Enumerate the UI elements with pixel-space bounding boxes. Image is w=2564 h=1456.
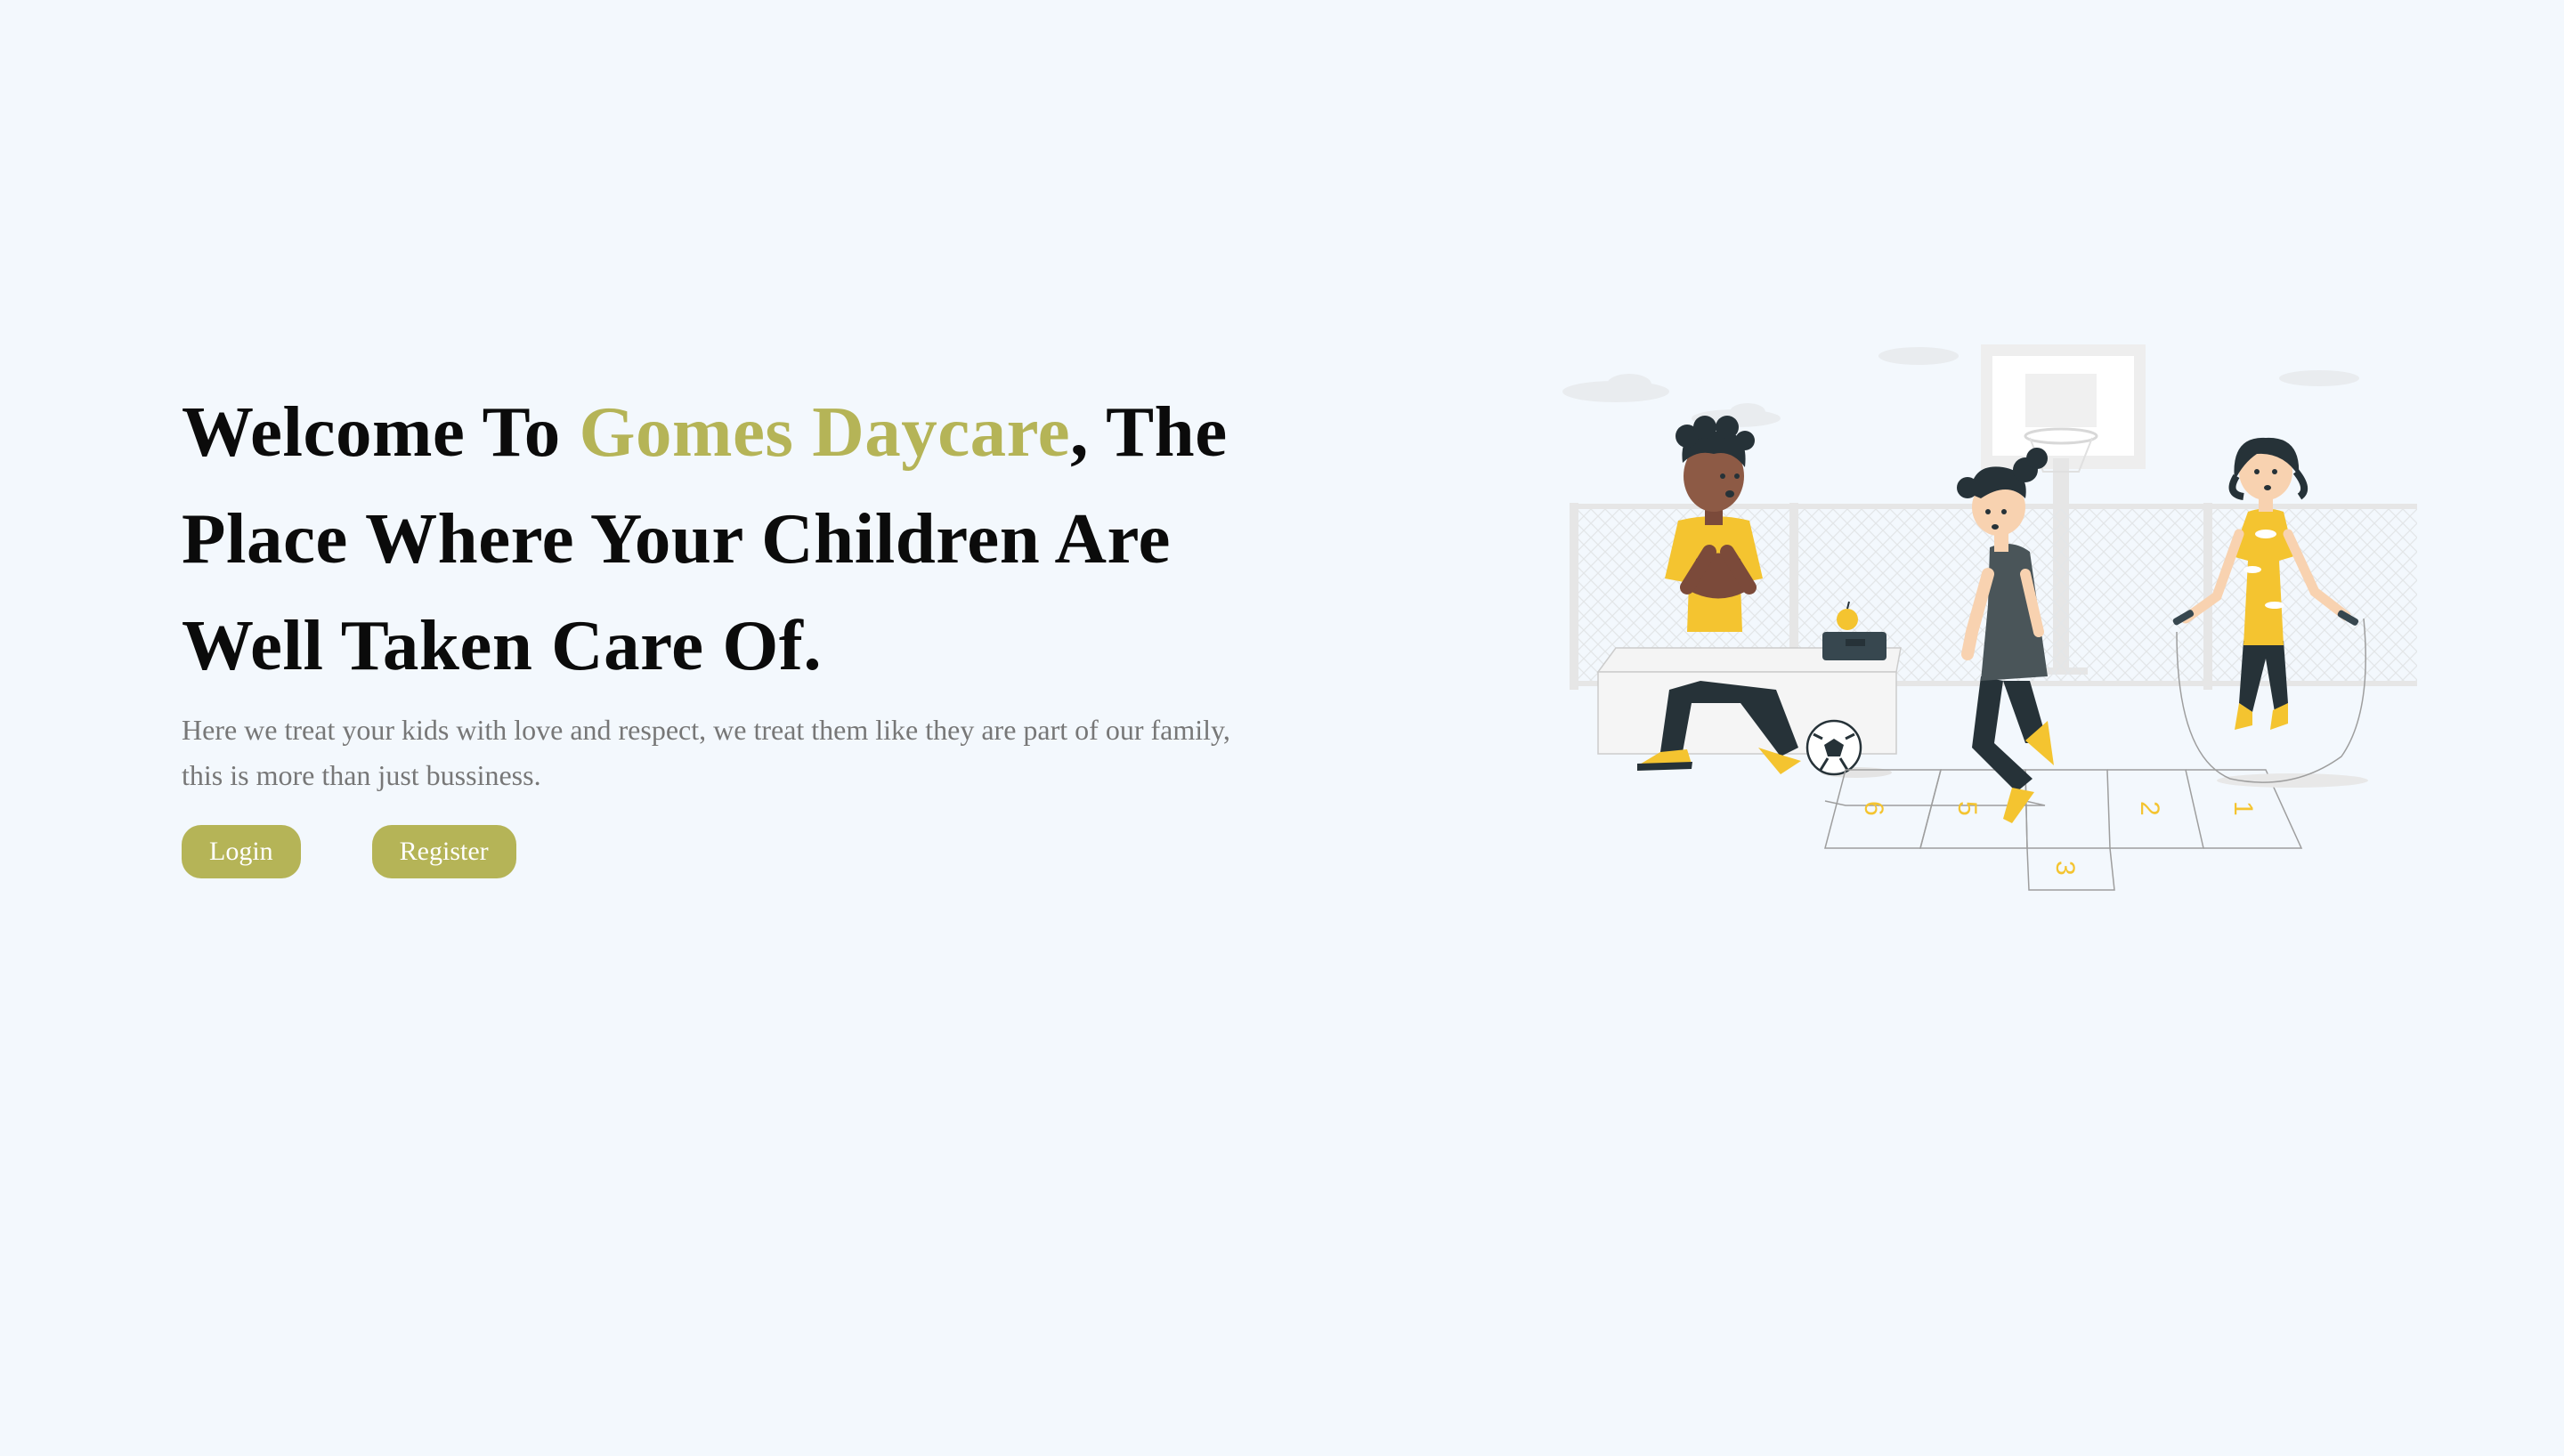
brand-name: Gomes Daycare bbox=[579, 392, 1071, 472]
kids-playground-illustration: 6 5 3 2 1 bbox=[1562, 344, 2417, 891]
girl-jumping-rope bbox=[2172, 437, 2368, 788]
login-button[interactable]: Login bbox=[182, 825, 301, 878]
hopscotch-number-5: 5 bbox=[1952, 801, 1982, 816]
landing-page: Welcome To Gomes Daycare, The Place Wher… bbox=[0, 0, 2564, 1456]
hopscotch-number-6: 6 bbox=[1859, 801, 1888, 816]
hero-tagline: Here we treat your kids with love and re… bbox=[182, 714, 1230, 791]
hopscotch-numbers: 6 5 3 2 1 bbox=[1859, 801, 2258, 876]
headline-intro: Welcome To bbox=[182, 392, 580, 472]
hopscotch-number-1: 1 bbox=[2228, 801, 2258, 816]
hero-headline: Welcome To Gomes Daycare, The Place Wher… bbox=[182, 378, 1250, 699]
auth-buttons: Login Register bbox=[182, 825, 1250, 878]
register-button[interactable]: Register bbox=[371, 825, 516, 878]
clouds bbox=[1562, 347, 2359, 427]
hopscotch-number-3: 3 bbox=[2050, 861, 2080, 876]
hopscotch-number-2: 2 bbox=[2135, 801, 2164, 816]
hero-section: Welcome To Gomes Daycare, The Place Wher… bbox=[182, 378, 1250, 878]
